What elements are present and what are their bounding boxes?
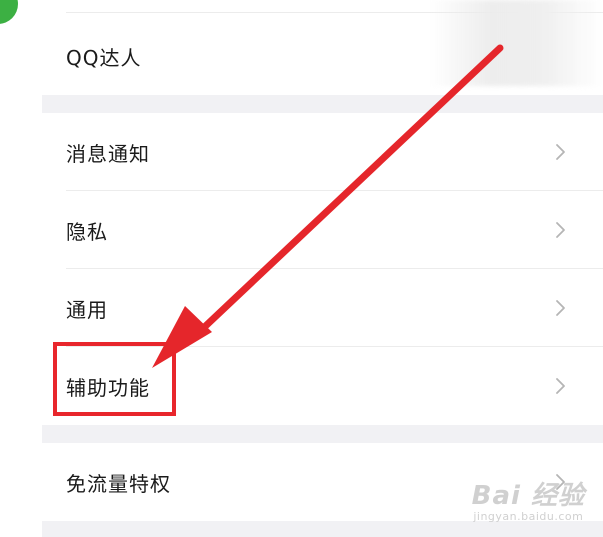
settings-item-label: QQ达人 [66, 45, 142, 70]
section-gap [42, 521, 603, 537]
settings-item-label: 通用 [66, 297, 108, 322]
settings-screen: QQ达人 消息通知 隐私 通用 辅助功能 免流量特权 Bai 经验 jingya… [0, 0, 603, 537]
settings-item-general[interactable]: 通用 [42, 269, 603, 347]
settings-item-privacy[interactable]: 隐私 [42, 191, 603, 269]
settings-item-label: 消息通知 [66, 141, 150, 166]
section-gap [42, 95, 603, 113]
baidu-jingyan-watermark: Bai 经验 jingyan.baidu.com [472, 475, 585, 523]
highlight-box [53, 342, 176, 416]
watermark-url: jingyan.baidu.com [473, 510, 584, 523]
section-gap [42, 425, 603, 443]
settings-item-label: 免流量特权 [66, 471, 171, 496]
chevron-right-icon [556, 300, 565, 316]
settings-item-label: 隐私 [66, 219, 108, 244]
settings-item-notifications[interactable]: 消息通知 [42, 113, 603, 191]
blurred-area [430, 0, 603, 86]
chevron-right-icon [556, 222, 565, 238]
chevron-right-icon [556, 378, 565, 394]
chevron-right-icon [556, 144, 565, 160]
green-dot [0, 0, 18, 24]
watermark-text: Bai 经验 [471, 481, 585, 511]
